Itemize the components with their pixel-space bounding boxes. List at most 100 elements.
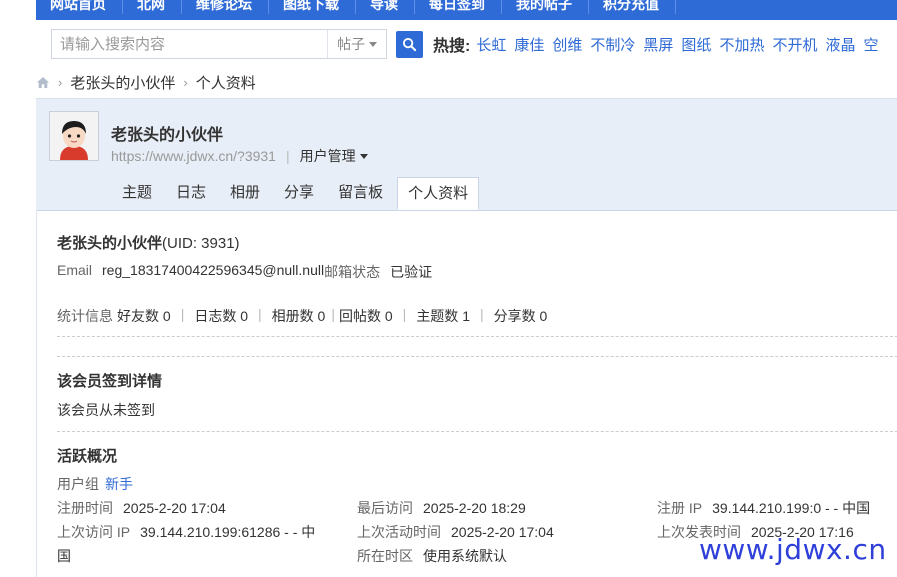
top-nav-bar: 网站首页 北网 维修论坛 图纸下载 导读 每日签到 我的帖子 积分充值	[36, 0, 897, 20]
last-visit-value: 2025-2-20 18:29	[423, 500, 526, 516]
last-ip-cont: 国	[57, 548, 71, 564]
stat-value: 0	[240, 308, 249, 324]
hot-link[interactable]: 不加热	[719, 34, 764, 55]
stat-friends[interactable]: 好友数 0	[117, 306, 171, 326]
search-button[interactable]	[396, 30, 423, 58]
nav-item-recharge[interactable]: 积分充值	[589, 0, 676, 14]
chevron-right-icon: ›	[183, 75, 188, 90]
hot-link[interactable]: 液晶	[825, 34, 855, 55]
search-type-select[interactable]: 帖子	[327, 30, 386, 58]
divider	[57, 431, 897, 432]
reg-ip-label: 注册 IP	[657, 500, 703, 516]
hot-link[interactable]: 长虹	[476, 34, 506, 55]
chevron-down-icon	[359, 153, 368, 159]
last-visit-label: 最后访问	[357, 500, 413, 516]
nav-item-signin[interactable]: 每日签到	[415, 0, 502, 14]
tab-guestbook[interactable]: 留言板	[328, 177, 393, 208]
usergroup-link[interactable]: 新手	[105, 476, 133, 492]
watermark: www.jdwx.cn	[699, 533, 887, 566]
tab-share[interactable]: 分享	[274, 177, 324, 208]
stat-replies[interactable]: 回帖数 0	[339, 306, 393, 326]
search-type-label: 帖子	[337, 36, 366, 52]
profile-url[interactable]: https://www.jdwx.cn/?3931	[111, 148, 276, 164]
reg-ip-row: 注册 IP 39.144.210.199:0 - - 中国	[657, 498, 870, 518]
last-ip-row: 上次访问 IP 39.144.210.199:61286 - - 中	[57, 522, 315, 542]
timezone-value: 使用系统默认	[423, 548, 507, 564]
divider: |	[258, 306, 262, 322]
nav-item-forum[interactable]: 维修论坛	[182, 0, 269, 14]
tab-blog[interactable]: 日志	[166, 177, 216, 208]
stat-label: 好友数	[117, 308, 159, 324]
hot-link[interactable]: 不开机	[772, 34, 817, 55]
last-ip-value: 39.144.210.199:61286 - - 中	[140, 524, 316, 540]
nav-item-my-posts[interactable]: 我的帖子	[502, 0, 589, 14]
usergroup-row: 用户组 新手	[57, 474, 133, 494]
chevron-right-icon: ›	[58, 75, 63, 90]
stat-albums[interactable]: 相册数 0	[272, 306, 326, 326]
hot-link[interactable]: 康佳	[514, 34, 544, 55]
profile-content: 老张头的小伙伴(UID: 3931) Email reg_18317400422…	[36, 210, 897, 577]
last-active-value: 2025-2-20 17:04	[451, 524, 554, 540]
timezone-row: 所在时区 使用系统默认	[357, 546, 507, 566]
user-name: 老张头的小伙伴	[57, 235, 163, 252]
profile-tabs: 主题 日志 相册 分享 留言板 个人资料	[112, 177, 483, 210]
hot-link[interactable]: 创维	[552, 34, 582, 55]
tab-album[interactable]: 相册	[220, 177, 270, 208]
activity-title: 活跃概况	[57, 448, 118, 465]
search-input[interactable]	[52, 30, 328, 58]
hot-link[interactable]: 不制冷	[590, 34, 635, 55]
divider	[57, 356, 897, 357]
nav-item-download[interactable]: 图纸下载	[269, 0, 356, 14]
signin-title: 该会员签到详情	[57, 373, 163, 390]
user-identity: 老张头的小伙伴(UID: 3931)	[57, 232, 240, 253]
email-status-value: 已验证	[390, 264, 433, 280]
nav-item-guide[interactable]: 导读	[356, 0, 415, 14]
divider: |	[331, 306, 335, 322]
email-row: Email reg_18317400422596345@null.null 邮箱…	[57, 262, 432, 282]
tab-threads[interactable]: 主题	[112, 177, 162, 208]
tab-profile[interactable]: 个人资料	[397, 177, 480, 210]
hot-link[interactable]: 黑屏	[643, 34, 673, 55]
timezone-label: 所在时区	[357, 548, 413, 564]
reg-time-value: 2025-2-20 17:04	[123, 500, 226, 516]
nav-item-home[interactable]: 网站首页	[36, 0, 123, 14]
stat-value: 0	[539, 308, 548, 324]
breadcrumb-user[interactable]: 老张头的小伙伴	[70, 72, 175, 93]
stat-threads[interactable]: 主题数 1	[416, 306, 470, 326]
stat-shares[interactable]: 分享数 0	[494, 306, 548, 326]
home-icon[interactable]	[36, 76, 50, 89]
breadcrumb-current: 个人资料	[195, 75, 256, 92]
divider	[57, 336, 897, 337]
reg-time-label: 注册时间	[57, 500, 113, 516]
stat-label: 主题数	[416, 308, 459, 324]
reg-time-row: 注册时间 2025-2-20 17:04	[57, 498, 226, 518]
stat-value: 0	[317, 308, 326, 324]
search-icon	[402, 37, 417, 51]
breadcrumb: › 老张头的小伙伴 › 个人资料	[36, 72, 256, 93]
stat-value: 0	[384, 308, 393, 324]
last-visit-row: 最后访问 2025-2-20 18:29	[357, 498, 526, 518]
search-box: 帖子	[51, 29, 387, 59]
user-manage-dropdown[interactable]: 用户管理	[300, 146, 368, 166]
stat-label: 相册数	[271, 308, 314, 324]
usergroup-label: 用户组	[57, 476, 99, 492]
signin-text: 该会员从未签到	[57, 402, 155, 418]
profile-username: 老张头的小伙伴	[111, 127, 224, 144]
avatar[interactable]	[49, 111, 99, 161]
divider: |	[285, 148, 290, 164]
reg-ip-value: 39.144.210.199:0 - - 中国	[712, 500, 871, 516]
last-active-row: 上次活动时间 2025-2-20 17:04	[357, 522, 554, 542]
hot-link[interactable]: 空	[863, 34, 878, 55]
user-manage-label: 用户管理	[299, 148, 356, 164]
hot-link[interactable]: 图纸	[681, 34, 711, 55]
search-row: 帖子 热搜: 长虹 康佳 创维 不制冷 黑屏 图纸 不加热 不开机 液晶 空	[51, 29, 887, 59]
nav-item-beiwang[interactable]: 北网	[123, 0, 182, 14]
divider: |	[180, 306, 185, 322]
divider: |	[480, 306, 484, 322]
stat-blogs[interactable]: 日志数 0	[194, 306, 248, 326]
stat-label: 日志数	[194, 308, 237, 324]
hot-search-links: 长虹 康佳 创维 不制冷 黑屏 图纸 不加热 不开机 液晶 空	[476, 34, 886, 55]
last-ip-label: 上次访问 IP	[57, 524, 131, 540]
email-label: Email	[57, 262, 93, 278]
divider: |	[402, 306, 407, 322]
